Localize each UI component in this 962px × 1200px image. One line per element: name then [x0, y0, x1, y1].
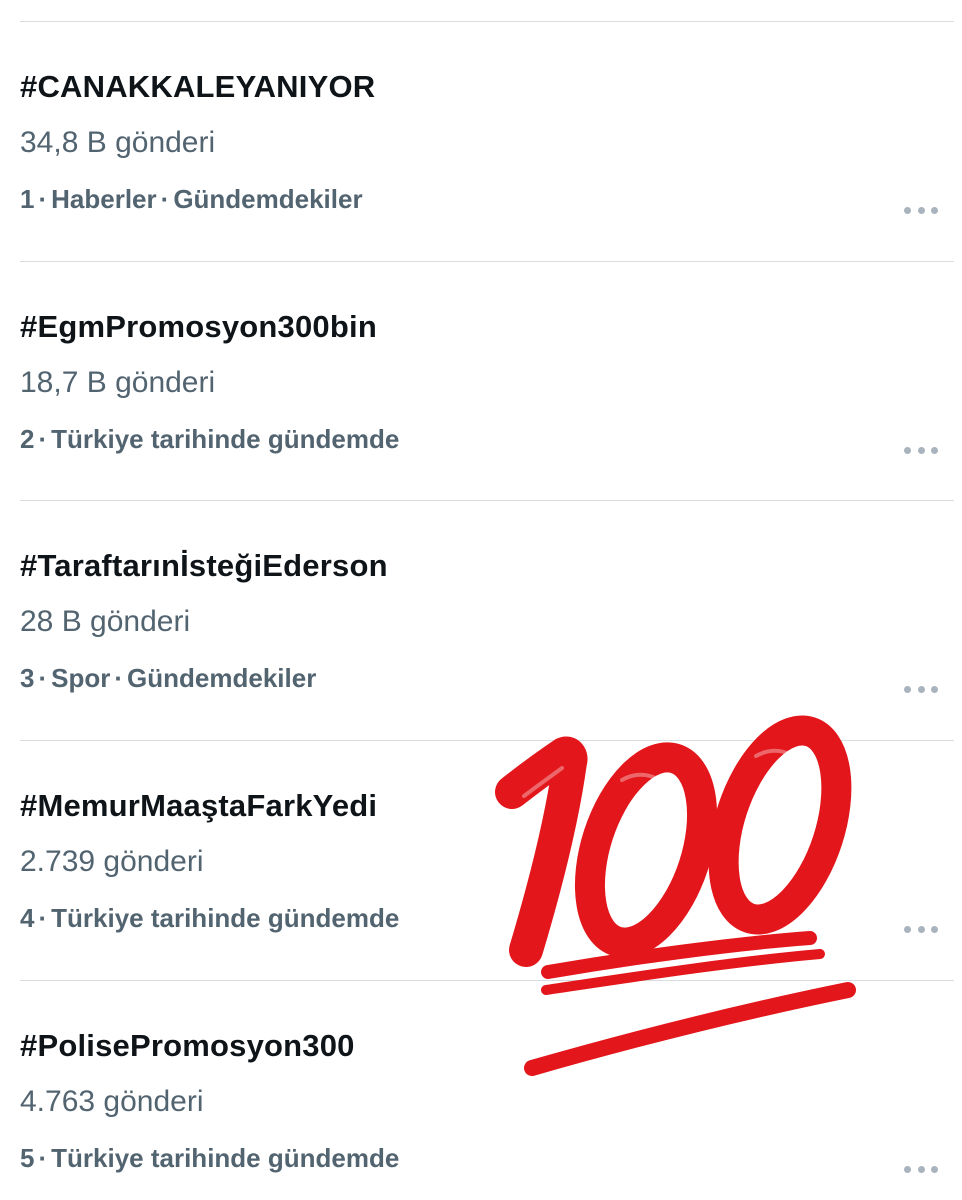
trend-context: 4 · Türkiye tarihinde gündemde: [20, 903, 399, 934]
trend-post-count: 4.763 gönderi: [20, 1085, 204, 1118]
separator-dot: ·: [114, 663, 124, 693]
separator-dot: ·: [38, 663, 48, 693]
trend-context: 3 · Spor · Gündemdekiler: [20, 663, 316, 694]
trend-hashtag[interactable]: #MemurMaaştaFarkYedi: [20, 788, 377, 824]
trend-context: 1 · Haberler · Gündemdekiler: [20, 184, 363, 215]
trend-post-count: 18,7 B gönderi: [20, 366, 216, 399]
separator-dot: ·: [38, 1143, 48, 1173]
trend-status: Türkiye tarihinde gündemde: [51, 1143, 400, 1173]
trend-status: Gündemdekiler: [127, 663, 317, 693]
trend-item-1[interactable]: #CANAKKALEYANIYOR 34,8 B gönderi 1 · Haber…: [0, 21, 962, 260]
separator-dot: ·: [38, 184, 48, 214]
trend-hashtag[interactable]: #PolisePromosyon300: [20, 1028, 355, 1064]
trend-rank: 5: [20, 1143, 35, 1173]
trend-context: 5 · Türkiye tarihinde gündemde: [20, 1143, 399, 1174]
hundred-points-emoji-icon: [495, 715, 856, 1076]
more-options-icon[interactable]: [904, 445, 938, 455]
more-options-icon[interactable]: [904, 924, 938, 934]
trend-rank: 4: [20, 903, 35, 933]
more-options-icon[interactable]: [904, 1164, 938, 1174]
trend-hashtag[interactable]: #EgmPromosyon300bin: [20, 309, 377, 345]
trend-post-count: 28 B gönderi: [20, 605, 191, 638]
trend-rank: 3: [20, 663, 35, 693]
trends-page: #CANAKKALEYANIYOR 34,8 B gönderi 1 · Haber…: [0, 0, 962, 1200]
trend-rank: 1: [20, 184, 35, 214]
trend-status: Gündemdekiler: [173, 184, 363, 214]
trend-category: Spor: [51, 663, 111, 693]
trend-context: 2 · Türkiye tarihinde gündemde: [20, 424, 399, 455]
trend-rank: 2: [20, 424, 35, 454]
trend-post-count: 2.739 gönderi: [20, 845, 204, 878]
separator-dot: ·: [38, 903, 48, 933]
trend-hashtag[interactable]: #TaraftarınİsteğiEderson: [20, 548, 388, 584]
more-options-icon[interactable]: [904, 205, 938, 215]
more-options-icon[interactable]: [904, 684, 938, 694]
trend-status: Türkiye tarihinde gündemde: [51, 903, 400, 933]
trend-hashtag[interactable]: #CANAKKALEYANIYOR: [20, 69, 375, 105]
trend-category: Haberler: [51, 184, 157, 214]
trend-post-count: 34,8 B gönderi: [20, 126, 216, 159]
separator-dot: ·: [160, 184, 170, 214]
trend-item-2[interactable]: #EgmPromosyon300bin 18,7 B gönderi 2 · Tür…: [0, 261, 962, 500]
separator-dot: ·: [38, 424, 48, 454]
trend-status: Türkiye tarihinde gündemde: [51, 424, 400, 454]
